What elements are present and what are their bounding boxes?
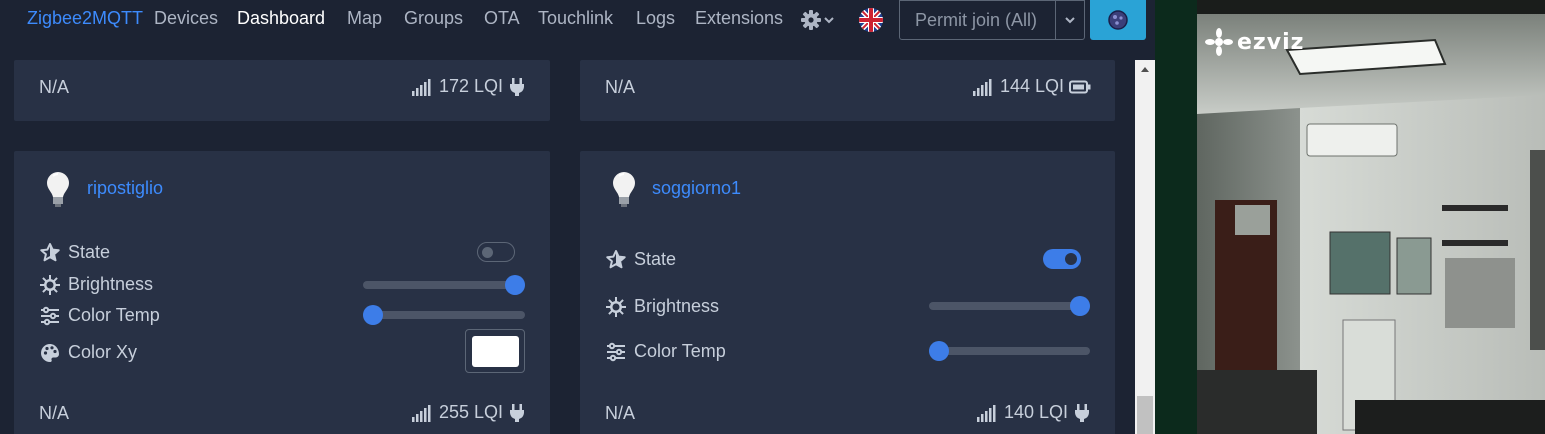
state-row-label: State — [606, 249, 676, 270]
signal-icon — [976, 404, 996, 422]
camera-feed: ezviz — [1155, 0, 1545, 434]
camera-image — [1155, 0, 1545, 434]
app-root: Zigbee2MQTT Devices Dashboard Map Groups… — [0, 0, 1545, 434]
color-temp-slider-handle[interactable] — [929, 341, 949, 361]
device-card: N/A 144 LQI — [580, 60, 1115, 121]
brightness-label: Brightness — [68, 274, 154, 294]
lightbulb-icon — [47, 172, 69, 207]
device-status: N/A — [605, 77, 636, 97]
lqi-value: 172 LQI — [438, 76, 503, 96]
language-selector[interactable] — [858, 7, 884, 38]
nav-dashboard[interactable]: Dashboard — [237, 8, 325, 29]
brightness-row-label: Brightness — [606, 296, 719, 317]
camera-watermark: ezviz — [1205, 28, 1304, 56]
device-status: N/A — [605, 403, 636, 423]
toggle-knob — [482, 247, 493, 258]
brightness-icon — [606, 296, 626, 317]
plug-icon — [1075, 403, 1089, 422]
lqi-value: 255 LQI — [438, 402, 503, 422]
color-xy-row-label: Color Xy — [40, 342, 137, 363]
color-temp-label: Color Temp — [68, 305, 160, 325]
sliders-icon — [607, 342, 625, 361]
brightness-slider-handle[interactable] — [1070, 296, 1090, 316]
nav-ota[interactable]: OTA — [484, 8, 520, 29]
vertical-scrollbar[interactable] — [1135, 60, 1155, 434]
color-xy-picker[interactable] — [465, 329, 525, 373]
permit-join-divider — [1055, 1, 1056, 39]
brightness-label: Brightness — [634, 296, 720, 316]
brightness-row-label: Brightness — [40, 274, 153, 295]
sliders-icon — [41, 306, 59, 325]
nav-touchlink[interactable]: Touchlink — [538, 8, 613, 29]
permit-join-button[interactable]: Permit join (All) — [915, 10, 1037, 31]
settings-dropdown[interactable] — [800, 8, 836, 37]
device-image — [44, 170, 72, 215]
state-label: State — [634, 249, 677, 269]
lqi-value: 140 LQI — [1003, 402, 1068, 422]
nav-logs[interactable]: Logs — [636, 8, 675, 29]
chevron-down-icon — [1065, 17, 1075, 24]
lightbulb-icon — [613, 172, 635, 207]
permit-join-dropdown[interactable] — [1063, 13, 1077, 32]
theme-icon — [1108, 10, 1128, 30]
battery-icon — [1069, 80, 1091, 93]
device-link-quality: 144 LQI — [972, 76, 1091, 97]
brightness-icon — [40, 274, 60, 295]
state-toggle[interactable] — [477, 242, 515, 262]
device-status: N/A — [39, 403, 70, 423]
color-temp-slider-handle[interactable] — [363, 305, 383, 325]
star-icon — [606, 249, 626, 268]
star-icon — [40, 242, 60, 261]
color-temp-row-label: Color Temp — [606, 341, 726, 362]
nav-devices[interactable]: Devices — [154, 8, 218, 29]
signal-icon — [411, 78, 431, 96]
nav-extensions[interactable]: Extensions — [695, 8, 783, 29]
brightness-slider[interactable] — [363, 281, 525, 289]
ezviz-logo-icon — [1205, 28, 1233, 56]
device-name-link[interactable]: soggiorno1 — [652, 178, 741, 199]
device-link-quality: 140 LQI — [976, 402, 1091, 423]
nav-map[interactable]: Map — [347, 8, 382, 29]
lqi-value: 144 LQI — [999, 76, 1064, 96]
device-link-quality: 255 LQI — [411, 402, 526, 423]
device-card: soggiorno1 State Brightness Color Temp N… — [580, 151, 1115, 434]
plug-icon — [510, 403, 524, 422]
zigbee2mqtt-pane: Zigbee2MQTT Devices Dashboard Map Groups… — [0, 0, 1155, 434]
toggle-knob — [1065, 253, 1077, 265]
color-xy-swatch — [472, 336, 519, 367]
signal-icon — [972, 78, 992, 96]
color-temp-slider[interactable] — [363, 311, 525, 319]
state-toggle[interactable] — [1043, 249, 1081, 269]
state-label: State — [68, 242, 111, 262]
navbar: Zigbee2MQTT Devices Dashboard Map Groups… — [0, 0, 1155, 40]
palette-icon — [41, 343, 59, 362]
device-image — [610, 170, 638, 215]
scrollbar-thumb[interactable] — [1137, 396, 1153, 434]
color-temp-row-label: Color Temp — [40, 305, 160, 326]
device-card: ripostiglio State Brightness Color Temp … — [14, 151, 550, 434]
gear-icon — [801, 10, 834, 30]
nav-groups[interactable]: Groups — [404, 8, 463, 29]
plug-icon — [510, 77, 524, 96]
device-card: N/A 172 LQI — [14, 60, 550, 121]
color-xy-label: Color Xy — [68, 342, 138, 362]
permit-join-group: Permit join (All) — [899, 0, 1085, 40]
device-status: N/A — [39, 77, 70, 97]
signal-icon — [411, 404, 431, 422]
device-link-quality: 172 LQI — [411, 76, 526, 97]
color-temp-slider[interactable] — [929, 347, 1090, 355]
brightness-slider[interactable] — [929, 302, 1090, 310]
uk-flag-icon — [859, 8, 883, 32]
state-row-label: State — [40, 242, 110, 263]
color-temp-label: Color Temp — [634, 341, 726, 361]
device-name-link[interactable]: ripostiglio — [87, 178, 163, 199]
theme-toggle-button[interactable] — [1090, 0, 1146, 40]
brightness-slider-handle[interactable] — [505, 275, 525, 295]
brand-link[interactable]: Zigbee2MQTT — [27, 8, 143, 29]
camera-watermark-text: ezviz — [1237, 29, 1305, 55]
scroll-up-arrow-icon[interactable] — [1141, 67, 1149, 72]
